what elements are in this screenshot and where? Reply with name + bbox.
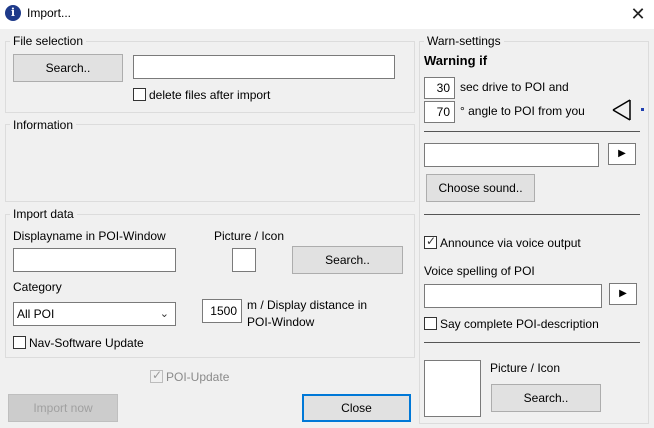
poi-update-label: POI-Update bbox=[166, 370, 230, 384]
file-search-button[interactable]: Search.. bbox=[13, 54, 123, 82]
import-picture-label: Picture / Icon bbox=[214, 229, 285, 243]
displayname-label: Displayname in POI-Window bbox=[13, 229, 166, 243]
title-bar bbox=[0, 0, 654, 29]
delete-files-checkbox[interactable] bbox=[133, 88, 146, 101]
category-select-value: All POI bbox=[17, 307, 55, 321]
import-picture-search-button[interactable]: Search.. bbox=[292, 246, 403, 274]
play-icon: ▶ bbox=[618, 148, 626, 159]
play-icon: ▶ bbox=[619, 288, 627, 299]
file-selection-legend: File selection bbox=[10, 34, 87, 48]
displayname-field[interactable] bbox=[13, 248, 176, 272]
nav-update-checkbox[interactable] bbox=[13, 336, 26, 349]
play-voice-button[interactable]: ▶ bbox=[609, 283, 637, 305]
warn-angle-field[interactable]: 70 bbox=[424, 101, 455, 123]
warn-picture-label: Picture / Icon bbox=[490, 361, 561, 375]
sound-file-field[interactable] bbox=[424, 143, 599, 167]
angle-indicator-icon bbox=[612, 99, 644, 121]
window-title: Import... bbox=[27, 6, 72, 20]
announce-voice-checkbox[interactable] bbox=[424, 234, 437, 249]
choose-sound-button[interactable]: Choose sound.. bbox=[426, 174, 535, 202]
warning-if-heading: Warning if bbox=[424, 53, 488, 68]
category-label: Category bbox=[13, 280, 62, 294]
warn-divider-2 bbox=[424, 214, 640, 215]
warn-seconds-field[interactable]: 30 bbox=[424, 77, 455, 99]
chevron-down-icon: ⌄ bbox=[159, 308, 169, 320]
category-select[interactable]: All POI ⌄ bbox=[13, 302, 176, 326]
close-button[interactable]: Close bbox=[302, 394, 411, 422]
warn-divider-1 bbox=[424, 131, 640, 132]
information-group bbox=[5, 124, 415, 202]
display-distance-label-2: POI-Window bbox=[247, 315, 315, 329]
poi-update-checkbox[interactable] bbox=[150, 368, 163, 383]
voice-spelling-field[interactable] bbox=[424, 284, 602, 308]
file-path-field[interactable] bbox=[133, 55, 395, 79]
say-complete-checkbox[interactable] bbox=[424, 317, 437, 330]
import-data-legend: Import data bbox=[10, 207, 77, 221]
delete-files-label: delete files after import bbox=[149, 88, 271, 102]
close-window-icon[interactable]: ✕ bbox=[626, 2, 650, 26]
display-distance-field[interactable]: 1500 bbox=[202, 299, 242, 323]
say-complete-label: Say complete POI-description bbox=[440, 317, 599, 331]
warn-settings-legend: Warn-settings bbox=[424, 34, 504, 48]
play-sound-button[interactable]: ▶ bbox=[608, 143, 636, 165]
announce-voice-label: Announce via voice output bbox=[440, 236, 581, 250]
display-distance-label-1: m / Display distance in bbox=[247, 298, 368, 312]
voice-spelling-label: Voice spelling of POI bbox=[424, 264, 535, 278]
nav-update-label: Nav-Software Update bbox=[29, 336, 144, 350]
app-info-icon: i bbox=[5, 5, 21, 21]
information-legend: Information bbox=[10, 118, 77, 132]
warn-angle-label: ° angle to POI from you bbox=[460, 104, 585, 118]
warn-divider-3 bbox=[424, 342, 640, 343]
import-now-button[interactable]: Import now bbox=[8, 394, 118, 422]
import-picture-box bbox=[232, 248, 256, 272]
warn-picture-search-button[interactable]: Search.. bbox=[491, 384, 601, 412]
warn-picture-box bbox=[424, 360, 481, 417]
warn-seconds-label: sec drive to POI and bbox=[460, 80, 569, 94]
